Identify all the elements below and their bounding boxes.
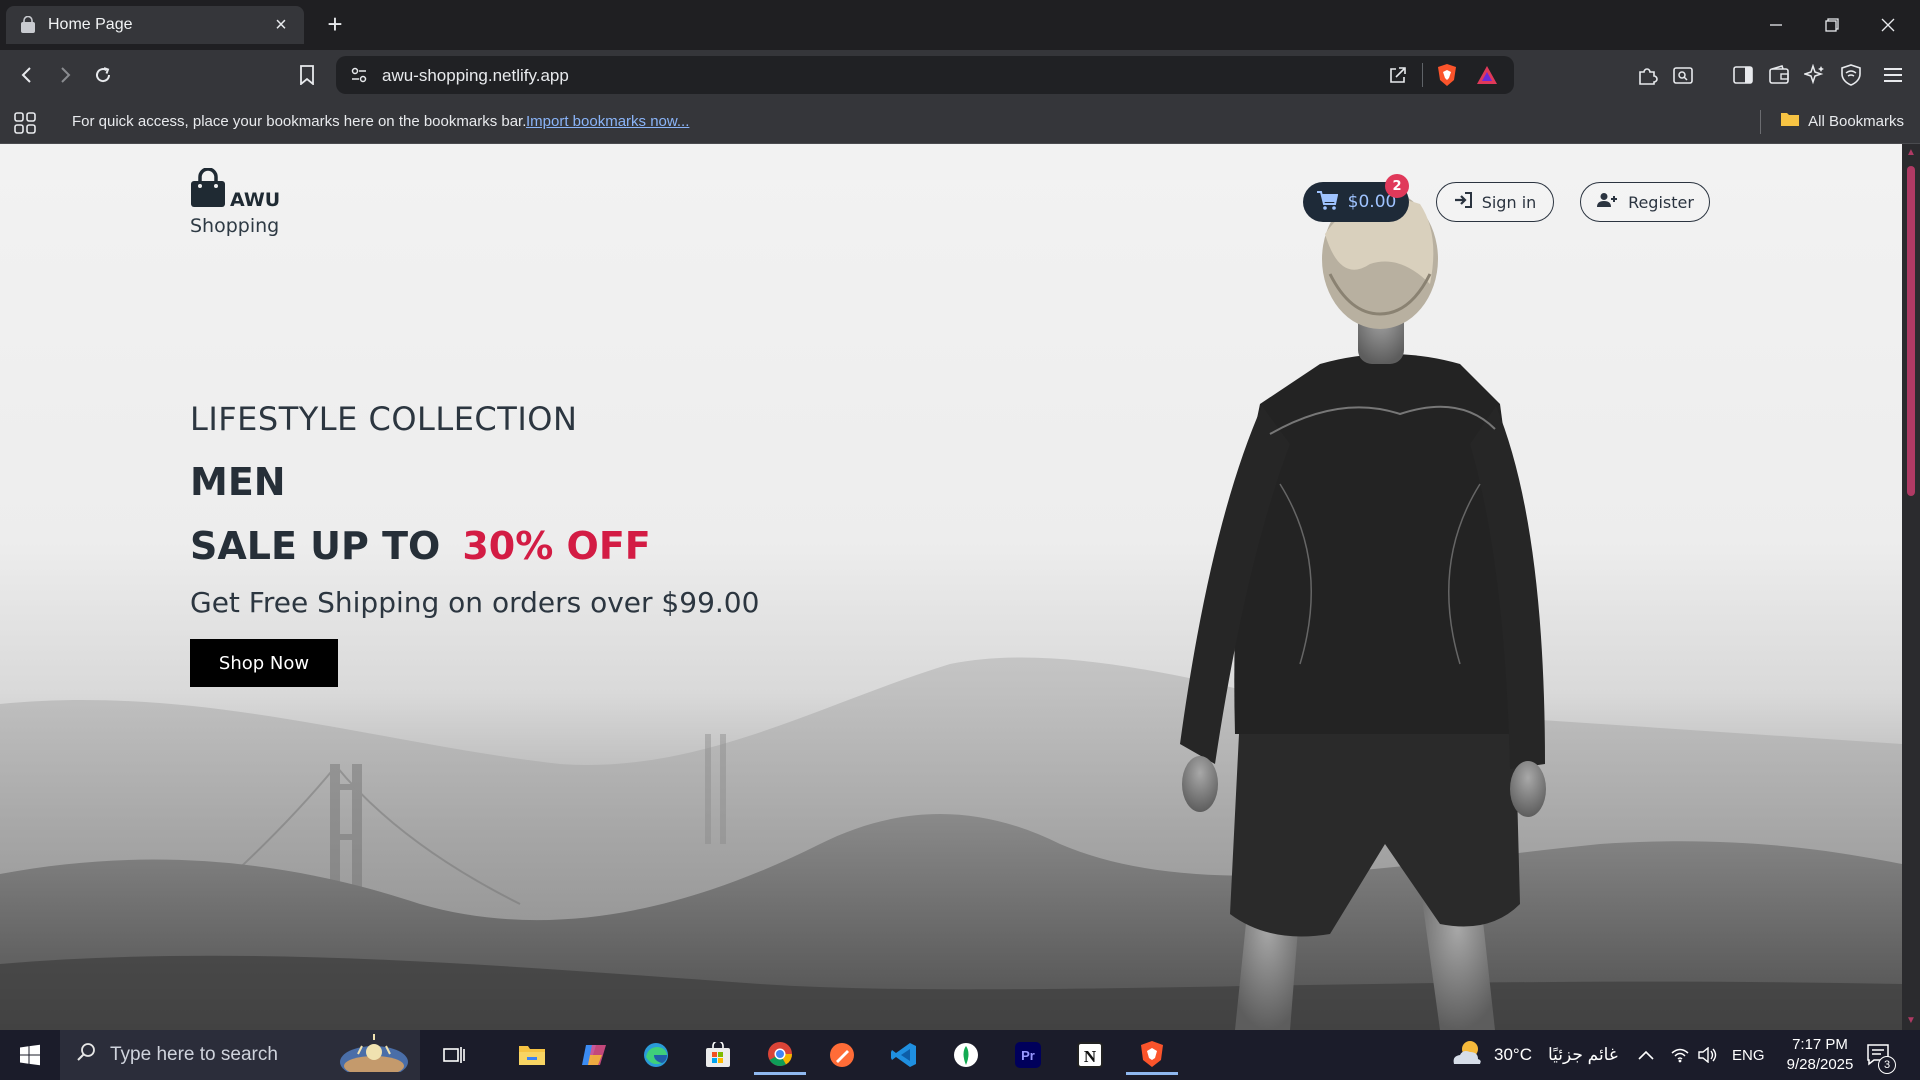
shopping-bag-logo-icon: [190, 167, 226, 213]
sign-in-button[interactable]: Sign in: [1436, 182, 1554, 222]
notification-count: 3: [1878, 1056, 1896, 1074]
edge-icon[interactable]: [630, 1035, 682, 1075]
tab-title: Home Page: [48, 16, 133, 33]
notion-icon[interactable]: N: [1064, 1035, 1116, 1075]
share-icon[interactable]: [1388, 65, 1408, 90]
all-bookmarks-label: All Bookmarks: [1808, 112, 1904, 130]
extensions-icon[interactable]: [1632, 60, 1662, 90]
system-clock[interactable]: 7:17 PM 9/28/2025: [1770, 1035, 1870, 1075]
search-highlight-icon: [338, 1032, 410, 1078]
url-text: awu-shopping.netlify.app: [382, 66, 569, 85]
brave-shields-icon[interactable]: [1436, 63, 1458, 92]
import-bookmarks-link[interactable]: Import bookmarks now...: [526, 113, 689, 130]
hero-sale-line: SALE UP TO 30% OFF: [190, 524, 759, 568]
premiere-pro-icon[interactable]: Pr: [1002, 1035, 1054, 1075]
all-bookmarks-button[interactable]: All Bookmarks: [1780, 111, 1904, 131]
reader-mode-icon[interactable]: [1668, 60, 1698, 90]
search-icon: [76, 1042, 96, 1068]
bookmarks-bar: For quick access, place your bookmarks h…: [0, 100, 1920, 144]
cart-icon: [1316, 190, 1338, 215]
bookmarks-hint: For quick access, place your bookmarks h…: [72, 113, 527, 130]
sign-in-label: Sign in: [1481, 192, 1537, 212]
leo-ai-icon[interactable]: [1800, 60, 1830, 90]
tab-close-icon[interactable]: ×: [270, 14, 292, 37]
cart-count-badge: 2: [1385, 174, 1409, 198]
clock-date: 9/28/2025: [1786, 1056, 1854, 1073]
sidebar-icon[interactable]: [1728, 60, 1758, 90]
page-viewport: AWU Shopping $0.00 2 Sign in Register LI…: [0, 144, 1902, 1030]
language-indicator[interactable]: ENG: [1732, 1030, 1765, 1080]
shop-now-button[interactable]: Shop Now: [190, 639, 338, 687]
menu-icon[interactable]: [1878, 60, 1908, 90]
sale-discount: 30% OFF: [462, 524, 651, 568]
bookmarks-divider: [1760, 110, 1761, 134]
brave-icon[interactable]: [1126, 1035, 1178, 1075]
logo-brand: AWU: [230, 189, 281, 211]
tray-overflow-icon[interactable]: [1638, 1030, 1654, 1080]
vscode-icon[interactable]: [878, 1035, 930, 1075]
copilot-icon[interactable]: [568, 1035, 620, 1075]
apps-grid-icon[interactable]: [14, 112, 36, 139]
chrome-icon[interactable]: [754, 1035, 806, 1075]
back-icon[interactable]: [12, 60, 42, 90]
clock-time: 7:17 PM: [1792, 1036, 1848, 1053]
bookmark-icon[interactable]: [292, 60, 322, 90]
sign-in-icon: [1454, 192, 1472, 212]
tab-home-page[interactable]: Home Page ×: [6, 6, 304, 44]
close-window-icon[interactable]: [1860, 0, 1916, 50]
shopping-bag-icon: [18, 15, 38, 35]
partly-cloudy-icon: [1450, 1038, 1484, 1073]
search-placeholder: Type here to search: [110, 1044, 278, 1065]
page-scrollbar[interactable]: ▲ ▼: [1902, 144, 1920, 1030]
volume-icon[interactable]: [1698, 1030, 1718, 1080]
hero-section: LIFESTYLE COLLECTION MEN SALE UP TO 30% O…: [190, 400, 759, 687]
restore-icon[interactable]: [1804, 0, 1860, 50]
reload-icon[interactable]: [88, 60, 118, 90]
task-view-icon[interactable]: [428, 1035, 480, 1075]
shipping-note: Get Free Shipping on orders over $99.00: [190, 586, 760, 619]
taskbar-search[interactable]: Type here to search: [60, 1030, 420, 1080]
svg-text:N: N: [1084, 1047, 1097, 1066]
site-logo[interactable]: AWU Shopping: [190, 167, 281, 237]
weather-widget[interactable]: 30°C غائم جزئيًا: [1450, 1030, 1618, 1080]
weather-description: غائم جزئيًا: [1547, 1045, 1618, 1064]
brave-rewards-icon[interactable]: [1476, 65, 1498, 90]
scroll-up-icon[interactable]: ▲: [1906, 148, 1916, 158]
weather-temp: 30°C: [1494, 1045, 1532, 1064]
hero-kicker: LIFESTYLE COLLECTION: [190, 400, 578, 438]
windows-taskbar: Type here to search Pr N 30°C غائم جزئيً…: [0, 1030, 1920, 1080]
scroll-thumb[interactable]: [1907, 166, 1915, 496]
scroll-down-icon[interactable]: ▼: [1906, 1016, 1916, 1026]
browser-tabstrip: Home Page × +: [0, 0, 1920, 50]
svg-text:Pr: Pr: [1021, 1048, 1035, 1063]
wallet-icon[interactable]: [1764, 60, 1794, 90]
mongodb-compass-icon[interactable]: [940, 1035, 992, 1075]
wifi-icon[interactable]: [1670, 1030, 1690, 1080]
address-bar[interactable]: awu-shopping.netlify.app: [336, 56, 1514, 94]
add-user-icon: [1596, 192, 1618, 212]
register-button[interactable]: Register: [1580, 182, 1710, 222]
new-tab-button[interactable]: +: [320, 10, 350, 40]
site-settings-icon[interactable]: [350, 66, 368, 89]
forward-icon[interactable]: [50, 60, 80, 90]
postman-icon[interactable]: [816, 1035, 868, 1075]
file-explorer-icon[interactable]: [506, 1035, 558, 1075]
vpn-icon[interactable]: [1836, 60, 1866, 90]
windows-start-icon[interactable]: [0, 1030, 60, 1080]
omnibox-divider: [1422, 63, 1423, 87]
microsoft-store-icon[interactable]: [692, 1035, 744, 1075]
folder-icon: [1780, 111, 1800, 131]
minimize-icon[interactable]: [1748, 0, 1804, 50]
hero-title: MEN: [190, 460, 286, 504]
sale-prefix: SALE UP TO: [190, 524, 441, 568]
register-label: Register: [1628, 192, 1694, 212]
logo-subtitle: Shopping: [190, 215, 280, 237]
notification-center-icon[interactable]: 3: [1866, 1030, 1896, 1080]
